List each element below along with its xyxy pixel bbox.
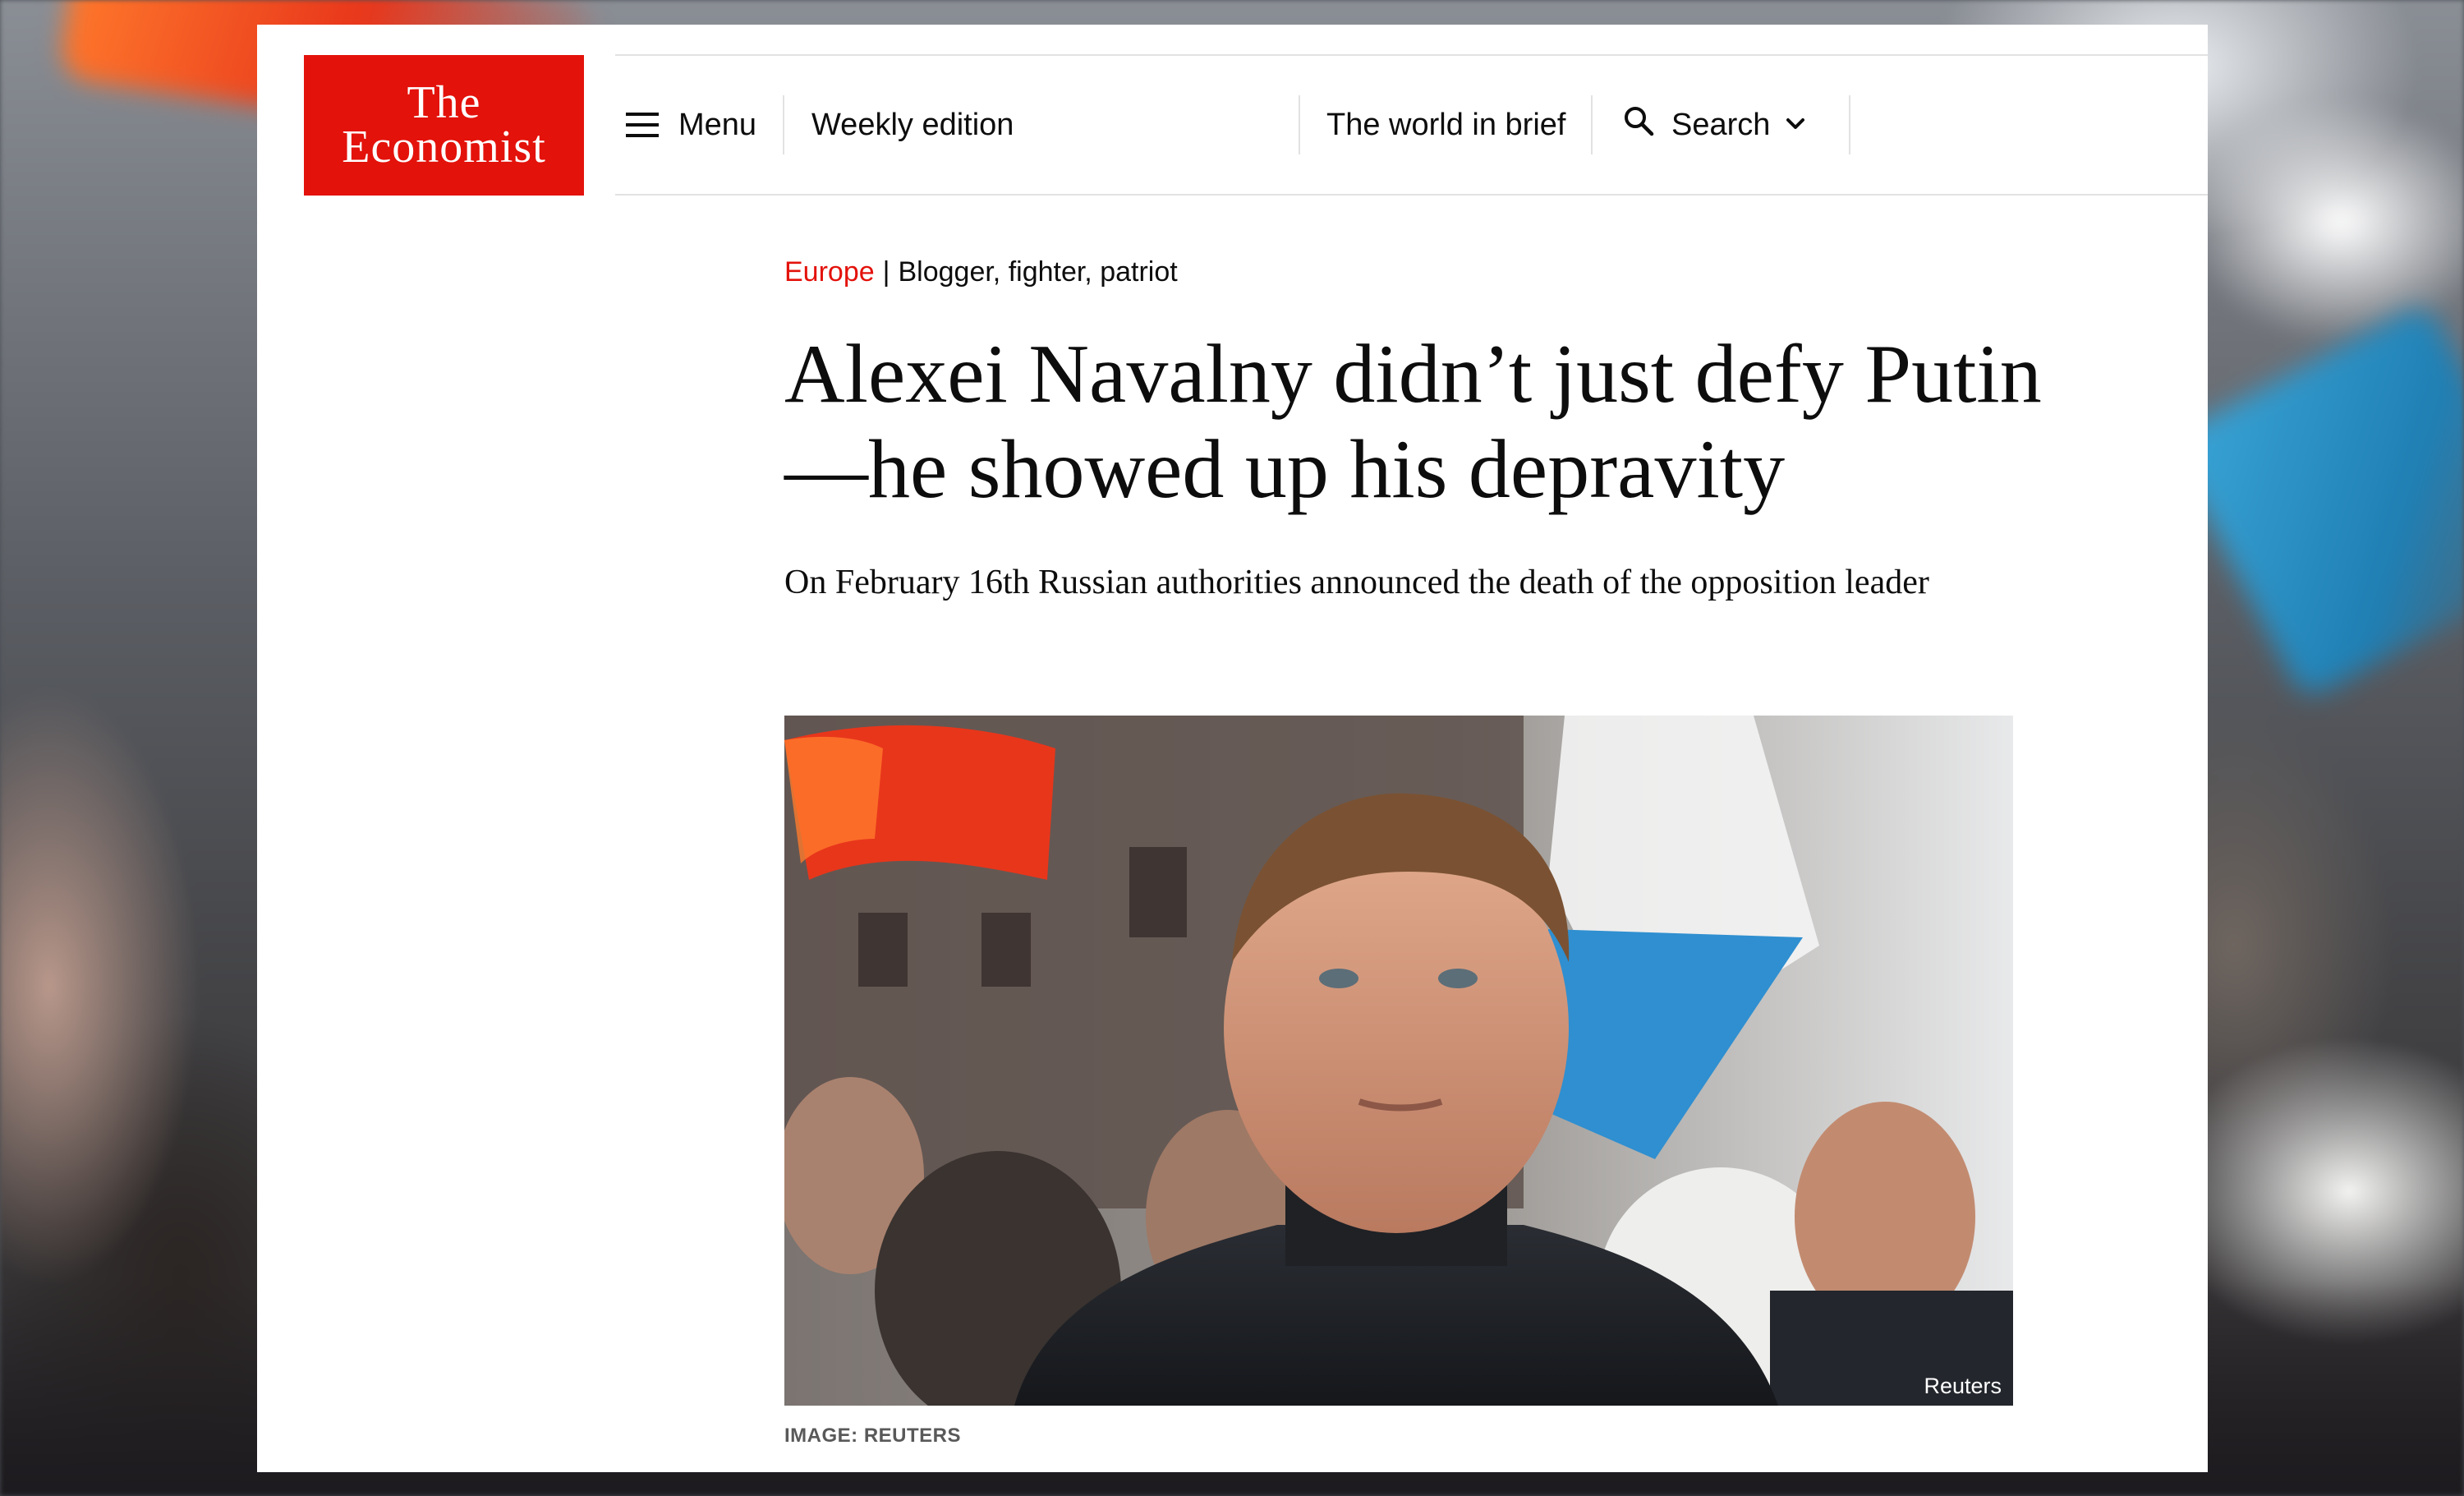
hero-photo-illustration [784,716,2013,1406]
article-standfirst: On February 16th Russian authorities ann… [784,564,1929,601]
logo-line-1: The [407,77,481,128]
article-rubric: Europe | Blogger, fighter, patriot [784,256,1178,288]
photo-credit: Reuters [1924,1374,2002,1398]
search-label: Search [1671,107,1771,142]
magnifier-icon [1622,104,1655,145]
menu-label: Menu [678,107,757,142]
weekly-edition-label: Weekly edition [811,107,1014,142]
menu-button[interactable]: Menu [626,95,756,154]
section-link-europe[interactable]: Europe [784,256,875,288]
search-button[interactable]: Search [1622,95,1806,154]
logo-line-2: Economist [342,122,546,173]
fly-title: Blogger, fighter, patriot [898,256,1178,288]
economist-logo[interactable]: The Economist [304,55,584,196]
background-flag-white [2185,99,2464,345]
hero-image: Reuters [784,716,2013,1406]
weekly-edition-link[interactable]: Weekly edition [811,95,1014,154]
top-navigation: Menu Weekly edition The world in brief S… [615,54,2208,196]
nav-divider [1591,95,1593,154]
nav-divider [1299,95,1300,154]
world-in-brief-label: The world in brief [1326,107,1566,142]
image-caption: IMAGE: REUTERS [784,1425,962,1447]
chevron-down-icon [1785,108,1806,143]
article-page: The Economist Menu Weekly edition The wo… [257,25,2208,1472]
article-headline: Alexei Navalny didn’t just defy Putin—he… [784,328,2042,516]
hamburger-icon [626,113,659,137]
nav-divider [1849,95,1850,154]
background-flag-blue [2165,301,2464,702]
nav-divider [783,95,784,154]
rubric-separator: | [882,256,890,288]
world-in-brief-link[interactable]: The world in brief [1326,95,1565,154]
